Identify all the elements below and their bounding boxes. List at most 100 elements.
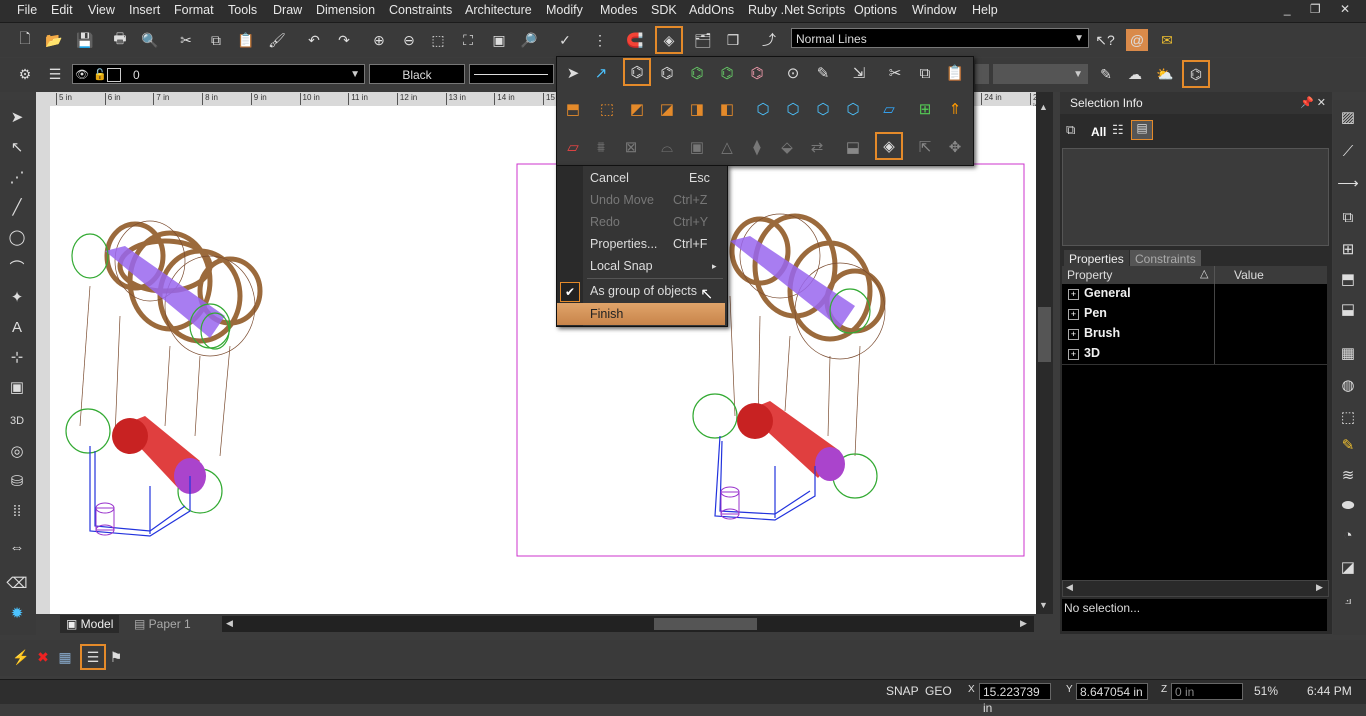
scroll-up-icon[interactable]: ▲ [1039,102,1048,112]
popup-zoom-icon[interactable]: ⊙ [781,61,805,85]
mirror-icon[interactable]: ⬓ [1337,298,1359,320]
spell-check-icon[interactable]: ✓ [554,29,576,51]
popup-box-icon[interactable]: ⬚ [595,97,619,121]
z-coord-field[interactable]: 0 in [1171,683,1243,700]
filter-selected-icon[interactable]: ▤ [1131,120,1153,140]
scale-icon[interactable]: ⬚ [1337,406,1359,428]
point-icon[interactable]: ✦ [6,286,28,308]
menu-insert[interactable]: Insert [129,3,160,17]
tab-model[interactable]: ▣ Model [60,615,120,633]
line-type-select[interactable] [469,64,554,84]
vertical-scrollbar[interactable]: ▲ ▼ [1036,92,1053,614]
popup-frame-icon[interactable]: ▣ [685,135,709,159]
weather-icon[interactable]: ⛅ [1154,63,1176,85]
fill-pencil-icon[interactable]: ✎ [1337,434,1359,456]
popup-move-axis-icon[interactable]: ✥ [943,135,967,159]
popup-triangle-icon[interactable]: △ [715,135,739,159]
snap-off-icon[interactable]: ⚡ [10,646,32,668]
popup-paste-icon[interactable]: 📋 [943,61,967,85]
save-icon[interactable]: 💾 [74,29,96,51]
menu-modes[interactable]: Modes [600,3,638,17]
line-scale-select[interactable]: ▼ [993,64,1088,84]
settings-gear-icon[interactable]: ⚙ [14,63,36,85]
filter-layer-icon[interactable]: ☷ [1112,122,1124,138]
popup-cube-icon[interactable]: ⬡ [751,97,775,121]
popup-loft-icon[interactable]: ⧫ [745,135,769,159]
menu-format[interactable]: Format [174,3,214,17]
menu-architecture[interactable]: Architecture [465,3,532,17]
finish-flag-icon[interactable]: ⚑ [105,646,127,668]
expand-icon[interactable]: + [1068,349,1079,360]
property-row-brush[interactable]: + Brush [1062,324,1327,345]
popup-shell-icon[interactable]: ⬙ [775,135,799,159]
cancel-icon[interactable]: ✖ [32,646,54,668]
filter-all-button[interactable]: All [1091,125,1106,139]
arc-icon[interactable]: ⌒ [6,256,28,278]
popup-3d-array-icon[interactable]: ⌬ [745,61,769,85]
edit-nodes-icon[interactable]: ↖ [6,136,28,158]
popup-box-face-icon[interactable]: ◩ [625,97,649,121]
line-icon[interactable]: ╱ [6,196,28,218]
redo-icon[interactable]: ↷ [333,29,355,51]
target-icon[interactable]: ◎ [6,440,28,462]
popup-box-top-icon[interactable]: ◨ [685,97,709,121]
grid-icon[interactable]: ⋮ [589,29,611,51]
move-icon[interactable]: ⧉ [1337,206,1359,228]
popup-paste-special-icon[interactable]: ⇲ [847,61,871,85]
menu-options[interactable]: Options [854,3,897,17]
layers-icon[interactable]: 🗂 [692,29,714,51]
line-width-select[interactable] [975,64,989,84]
chamfer-icon[interactable]: ◪ [1337,556,1359,578]
select-arrow-icon[interactable]: ➤ [6,106,28,128]
scroll-left-icon[interactable]: ◀ [226,618,233,629]
trim-icon[interactable]: ⟋ [1337,140,1359,162]
popup-3d-rotate-icon[interactable]: ⌬ [655,61,679,85]
menu-item-properties[interactable]: Properties... Ctrl+F [557,233,725,255]
eraser-icon[interactable]: ⌫ [6,572,28,594]
value-column-header[interactable]: Value [1234,268,1264,282]
group-icon[interactable]: ❒ [722,29,744,51]
layers-stack-icon[interactable]: ≋ [1337,464,1359,486]
layer-select[interactable]: 👁 🔓 0 ▼ [72,64,365,84]
popup-join-icon[interactable]: ⇄ [805,135,829,159]
popup-3d-scale-icon[interactable]: ⌬ [685,61,709,85]
menu-edit[interactable]: Edit [51,3,73,17]
mail-icon[interactable]: ✉ [1156,29,1178,51]
popup-cut-icon[interactable]: ✂ [883,61,907,85]
menu-item-local-snap[interactable]: Local Snap ▸ [557,255,725,277]
render-icon[interactable]: ☁ [1124,63,1146,85]
property-hscrollbar[interactable]: ◀ ▶ [1062,580,1329,597]
menu-file[interactable]: File [17,3,37,17]
fillet-icon[interactable]: ◔ [1337,524,1359,546]
3d-icon[interactable]: 3D [6,410,28,432]
print-icon[interactable]: 🖶 [109,29,131,51]
color-select[interactable]: Black▼ [369,64,477,84]
circle-icon[interactable]: ◯ [6,226,28,248]
popup-cube-side-icon[interactable]: ⬡ [811,97,835,121]
menu-addons[interactable]: AddOns [689,3,734,17]
filter-icon[interactable]: ⧉ [1066,122,1075,138]
popup-box-side-icon[interactable]: ◪ [655,97,679,121]
cut-icon[interactable]: ✂ [175,29,197,51]
popup-up-icon[interactable]: ⇑ [943,97,967,121]
grid-scroll-right-icon[interactable]: ▶ [1316,582,1323,593]
expand-icon[interactable]: + [1068,329,1079,340]
popup-pick-icon[interactable]: ⇱ [913,135,937,159]
format-painter-icon[interactable]: 🖌 [266,29,288,51]
vertical-scroll-thumb[interactable] [1038,307,1051,362]
property-row-pen[interactable]: + Pen [1062,304,1327,325]
panel-pin-close[interactable]: 📌 ✕ [1300,96,1326,109]
menu-window[interactable]: Window [912,3,956,17]
shape-fill-icon[interactable]: ▣ [6,376,28,398]
explode-icon[interactable]: ▦ [1337,342,1359,364]
zoom-page-icon[interactable]: ▣ [488,29,510,51]
popup-lattice-icon[interactable]: ⊠ [619,135,643,159]
popup-plane-icon[interactable]: ▱ [877,97,901,121]
pen-icon[interactable]: ✎ [1095,63,1117,85]
scroll-right-icon[interactable]: ▶ [1020,618,1027,629]
break-icon[interactable]: ⟓ [1337,588,1359,610]
menu-help[interactable]: Help [972,3,998,17]
popup-add-icon[interactable]: ⊞ [913,97,937,121]
copy-icon[interactable]: ⧉ [205,29,227,51]
popup-3d-mirror-icon[interactable]: ⌬ [715,61,739,85]
